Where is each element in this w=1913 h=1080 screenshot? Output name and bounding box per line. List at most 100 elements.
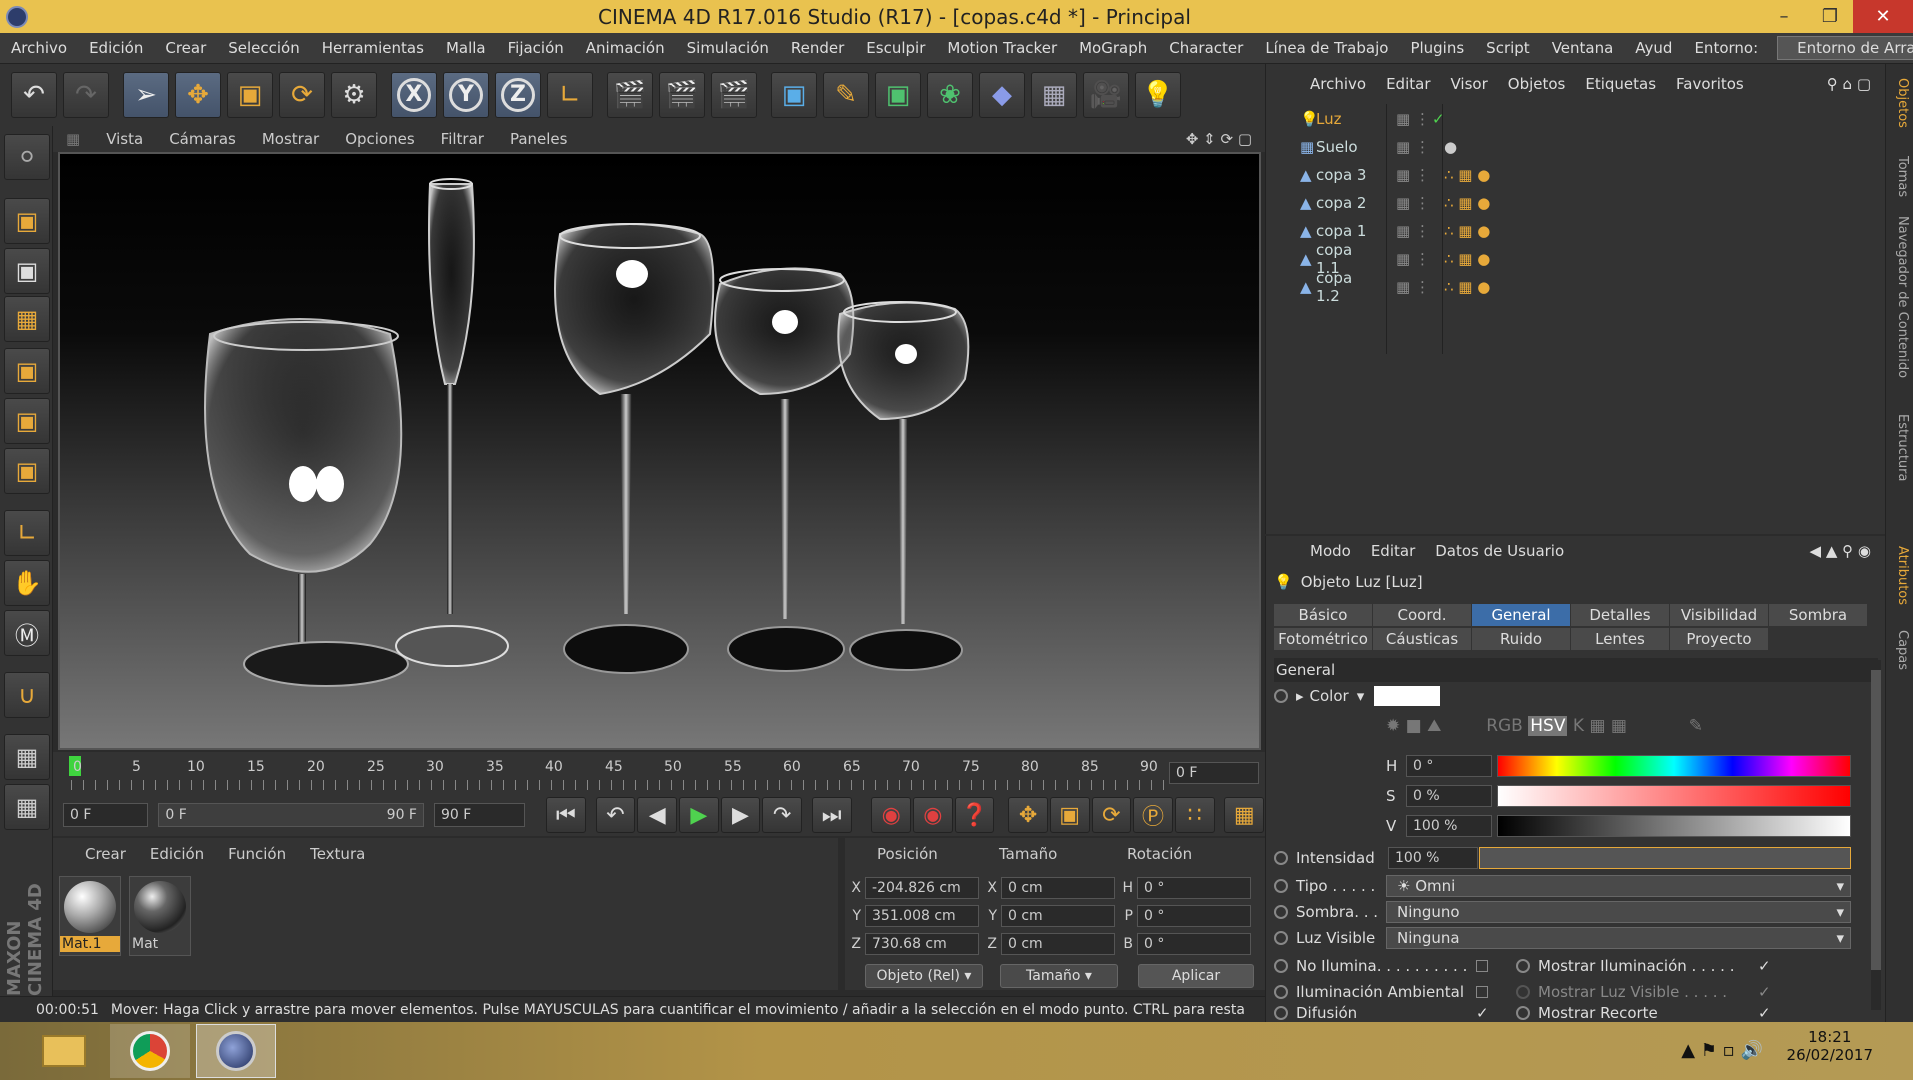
value-slider[interactable] — [1497, 815, 1851, 837]
scale-tool-button[interactable]: ▣ — [227, 72, 273, 118]
sidebar-tab-atributos[interactable]: Atributos — [1888, 546, 1910, 605]
chrome-icon[interactable] — [110, 1024, 190, 1078]
tab-fotometrico[interactable]: Fotométrico — [1274, 628, 1372, 650]
position-z-field[interactable]: 730.68 cm — [865, 933, 979, 955]
end-frame-field[interactable]: 90 F — [434, 803, 526, 827]
position-x-field[interactable]: -204.826 cm — [865, 877, 979, 899]
tab-detalles[interactable]: Detalles — [1571, 604, 1669, 626]
menu-animacion[interactable]: Animación — [575, 39, 676, 57]
shadow-radio[interactable] — [1274, 905, 1288, 919]
start-frame-field[interactable]: 0 F — [63, 803, 149, 827]
menu-mograph[interactable]: MoGraph — [1068, 39, 1158, 57]
visibility-toggle[interactable]: ▦ ⋮ — [1396, 138, 1430, 156]
show-illumination-check[interactable]: ✓ — [1758, 957, 1771, 975]
tab-general[interactable]: General — [1472, 604, 1570, 626]
visibility-toggle[interactable]: ▦ ⋮ — [1396, 278, 1430, 296]
goto-end-button[interactable]: ⏭ — [811, 797, 852, 833]
key-scale-button[interactable]: ▣ — [1049, 797, 1090, 833]
color-swatch[interactable] — [1374, 686, 1441, 706]
object-row[interactable]: ▲ copa 3 ▦ ⋮ ∴ ▦ ● — [1274, 162, 1784, 188]
coordinate-mode-dropdown[interactable]: Objeto (Rel) ▾ — [865, 964, 983, 988]
clock[interactable]: 18:21 26/02/2017 — [1787, 1028, 1873, 1064]
menu-character[interactable]: Character — [1158, 39, 1254, 57]
menu-plugins[interactable]: Plugins — [1399, 39, 1475, 57]
object-manager-search-icon[interactable]: ⚲ ⌂ ▢ — [1817, 75, 1885, 93]
preview-range-slider[interactable]: 0 F 90 F — [158, 803, 424, 827]
object-row[interactable]: ▲ copa 1.2 ▦ ⋮ ∴ ▦ ● — [1274, 269, 1784, 305]
type-radio[interactable] — [1274, 879, 1288, 893]
keyframe-selection-button[interactable]: ❓ — [954, 797, 995, 833]
material-menu-crear[interactable]: Crear — [73, 845, 138, 863]
snap-button[interactable]: ∪ — [4, 672, 50, 718]
material-menu-funcion[interactable]: Función — [216, 845, 298, 863]
polygons-mode-button[interactable]: ▣ — [4, 448, 50, 494]
attr-menu-editar[interactable]: Editar — [1361, 542, 1425, 560]
spline-pen-button[interactable]: ✎ — [823, 72, 869, 118]
menu-herramientas[interactable]: Herramientas — [311, 39, 435, 57]
type-dropdown[interactable]: ☀ Omni ▾ — [1386, 875, 1851, 897]
saturation-slider[interactable] — [1497, 785, 1851, 807]
timeline-ruler[interactable] — [71, 780, 1166, 790]
subdivision-button[interactable]: ▣ — [875, 72, 921, 118]
cloner-button[interactable]: ❀ — [927, 72, 973, 118]
show-illumination-radio[interactable] — [1516, 959, 1530, 973]
material-swatch[interactable]: Mat — [129, 876, 191, 956]
current-frame-field[interactable]: 0 F — [1169, 762, 1259, 784]
position-y-field[interactable]: 351.008 cm — [865, 905, 979, 927]
hue-field[interactable]: 0 ° — [1406, 755, 1492, 777]
object-row[interactable]: 💡 Luz ▦ ⋮ ✓ — [1274, 106, 1784, 132]
maximize-button[interactable]: ❐ — [1807, 0, 1853, 33]
viewport-nav-icons[interactable]: ✥ ⇕ ⟳ ▢ — [1173, 130, 1265, 148]
object-menu-objetos[interactable]: Objetos — [1498, 75, 1576, 93]
render-view-button[interactable]: 🎬 — [607, 72, 653, 118]
tab-ruido[interactable]: Ruido — [1472, 628, 1570, 650]
tab-basico[interactable]: Básico — [1274, 604, 1372, 626]
menu-render[interactable]: Render — [780, 39, 855, 57]
points-mode-button[interactable]: ▣ — [4, 348, 50, 394]
show-clip-radio[interactable] — [1516, 1006, 1530, 1020]
viewport-menu-opciones[interactable]: Opciones — [332, 130, 427, 148]
next-key-button[interactable]: ↷ — [762, 797, 802, 833]
color-picker-icons[interactable]: ✹ ■ ⛰ RGB HSV K ▦ ▦ ✎ — [1386, 716, 1703, 736]
object-menu-etiquetas[interactable]: Etiquetas — [1575, 75, 1666, 93]
menu-simulacion[interactable]: Simulación — [676, 39, 780, 57]
planar-workplane-button[interactable]: ▦ — [4, 784, 50, 830]
make-editable-button[interactable]: ⚪ — [4, 134, 50, 180]
show-clip-check[interactable]: ✓ — [1758, 1004, 1771, 1022]
material-menu-edicion[interactable]: Edición — [138, 845, 216, 863]
color-anim-radio[interactable] — [1274, 689, 1288, 703]
menu-seleccion[interactable]: Selección — [217, 39, 311, 57]
menu-ventana[interactable]: Ventana — [1541, 39, 1625, 57]
hue-slider[interactable] — [1497, 755, 1851, 777]
tweak-mode-button[interactable]: ✋ — [4, 560, 50, 606]
sidebar-tab-estructura[interactable]: Estructura — [1888, 414, 1910, 481]
diffusion-radio[interactable] — [1274, 1006, 1288, 1020]
menu-motion-tracker[interactable]: Motion Tracker — [936, 39, 1068, 57]
menu-malla[interactable]: Malla — [435, 39, 497, 57]
intensity-radio[interactable] — [1274, 851, 1288, 865]
menu-script[interactable]: Script — [1475, 39, 1541, 57]
tab-lentes[interactable]: Lentes — [1571, 628, 1669, 650]
visibility-toggle[interactable]: ▦ ⋮ — [1396, 166, 1430, 184]
sidebar-tab-navegador[interactable]: Navegador de Contenido — [1888, 216, 1910, 378]
tray-icons[interactable]: ▲ ⚑ ▫ 🔊 — [1681, 1040, 1763, 1061]
autokey-button[interactable]: ◉ — [913, 797, 953, 833]
attribute-scrollbar[interactable] — [1871, 660, 1881, 1010]
key-parameter-button[interactable]: Ⓟ — [1133, 797, 1173, 833]
y-axis-lock-button[interactable]: Y — [443, 72, 489, 118]
sidebar-tab-capas[interactable]: Capas — [1888, 630, 1910, 670]
expand-icon[interactable]: ▸ — [1296, 687, 1304, 705]
object-menu-editar[interactable]: Editar — [1376, 75, 1440, 93]
solo-button[interactable]: Ⓜ — [4, 610, 50, 656]
viewport-menu-mostrar[interactable]: Mostrar — [249, 130, 332, 148]
no-illumination-radio[interactable] — [1274, 959, 1288, 973]
menu-archivo[interactable]: Archivo — [0, 39, 78, 57]
object-row[interactable]: ▲ copa 2 ▦ ⋮ ∴ ▦ ● — [1274, 190, 1784, 216]
attr-menu-modo[interactable]: Modo — [1300, 542, 1361, 560]
next-frame-button[interactable]: ▶ — [720, 797, 761, 833]
visibility-toggle[interactable]: ▦ ⋮ — [1396, 250, 1430, 268]
deformer-button[interactable]: ◆ — [979, 72, 1025, 118]
file-explorer-icon[interactable] — [24, 1024, 104, 1078]
play-button[interactable]: ▶ — [678, 797, 719, 833]
value-field[interactable]: 100 % — [1406, 815, 1492, 837]
